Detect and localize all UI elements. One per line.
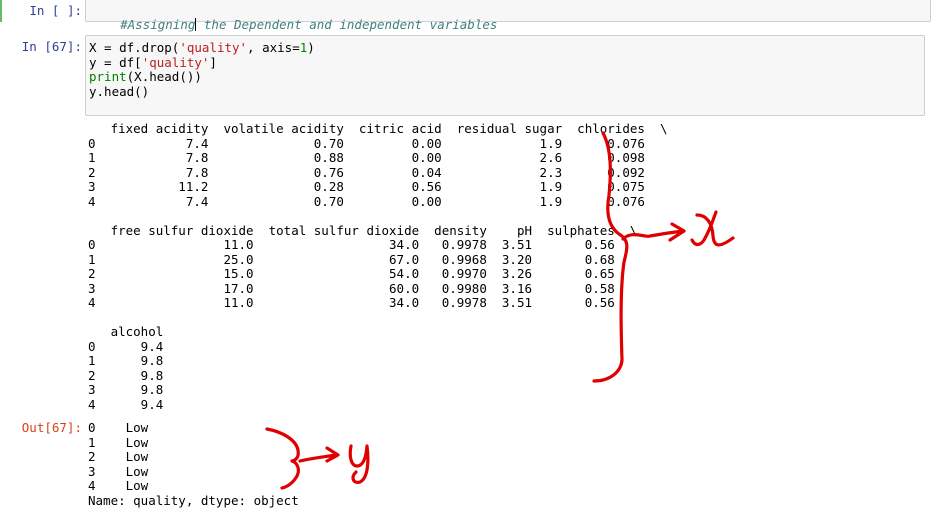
code-cell-editor-2[interactable]: X = df.drop('quality', axis=1) y = df['q…	[85, 35, 925, 116]
execute-result-output: 0 Low 1 Low 2 Low 3 Low 4 Low Name: qual…	[88, 420, 299, 508]
code-comment: #Assigning	[120, 16, 196, 32]
code-line-4: y.head()	[89, 83, 150, 99]
code-line-2: y = df['quality']	[89, 54, 217, 70]
arrow-y-icon	[298, 446, 340, 463]
stdout-output: fixed acidity volatile acidity citric ac…	[88, 121, 668, 412]
code-line-1: X = df.drop('quality', axis=1)	[89, 40, 315, 55]
code-comment-rest: the Dependent and independent variables	[196, 16, 498, 32]
letter-y-mark	[348, 444, 370, 484]
letter-x-mark	[690, 210, 735, 247]
input-prompt-2: In [67]:	[21, 39, 82, 54]
code-block: X = df.drop('quality', axis=1) y = df['q…	[89, 40, 315, 99]
code-cell-editor-1[interactable]: #Assigning the Dependent and independent…	[85, 0, 931, 31]
output-prompt: Out[67]:	[21, 420, 82, 435]
code-line-3: print(X.head())	[89, 69, 202, 84]
input-prompt-1: In [ ]:	[29, 3, 82, 18]
selected-cell-indicator	[0, 0, 2, 22]
